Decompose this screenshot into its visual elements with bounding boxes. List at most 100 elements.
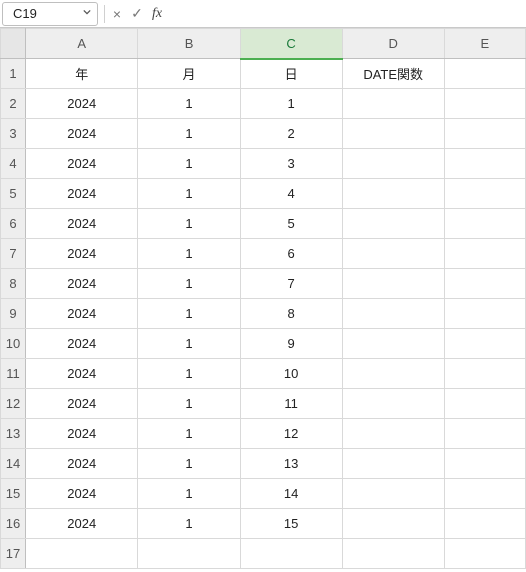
row-header[interactable]: 16	[1, 509, 26, 539]
cell[interactable]: 2024	[26, 239, 138, 269]
row-header[interactable]: 14	[1, 449, 26, 479]
row-header[interactable]: 4	[1, 149, 26, 179]
row-header[interactable]: 12	[1, 389, 26, 419]
cell[interactable]: 2024	[26, 389, 138, 419]
cell[interactable]	[342, 239, 444, 269]
cancel-icon[interactable]: ×	[107, 5, 127, 23]
cell[interactable]: 年	[26, 59, 138, 89]
row-header[interactable]: 9	[1, 299, 26, 329]
cell[interactable]: 1	[138, 359, 240, 389]
cell[interactable]	[444, 239, 525, 269]
cell[interactable]	[240, 539, 342, 569]
row-header[interactable]: 10	[1, 329, 26, 359]
cell[interactable]	[444, 209, 525, 239]
cell[interactable]	[342, 479, 444, 509]
cell[interactable]	[444, 299, 525, 329]
cell[interactable]: 2024	[26, 419, 138, 449]
cell[interactable]	[444, 449, 525, 479]
row-header[interactable]: 5	[1, 179, 26, 209]
column-header-A[interactable]: A	[26, 29, 138, 59]
cell[interactable]	[342, 269, 444, 299]
cell[interactable]: 1	[138, 329, 240, 359]
cell[interactable]	[342, 179, 444, 209]
cell[interactable]: 1	[240, 89, 342, 119]
row-header[interactable]: 13	[1, 419, 26, 449]
cell[interactable]: 7	[240, 269, 342, 299]
cell[interactable]: 2024	[26, 359, 138, 389]
cell[interactable]: 1	[138, 509, 240, 539]
row-header[interactable]: 1	[1, 59, 26, 89]
cell[interactable]: 1	[138, 449, 240, 479]
cell[interactable]	[342, 299, 444, 329]
cell[interactable]: 2024	[26, 479, 138, 509]
select-all-corner[interactable]	[1, 29, 26, 59]
row-header[interactable]: 15	[1, 479, 26, 509]
cell[interactable]: 9	[240, 329, 342, 359]
cell[interactable]: 13	[240, 449, 342, 479]
cell[interactable]	[342, 89, 444, 119]
cell[interactable]	[26, 539, 138, 569]
cell[interactable]: 1	[138, 179, 240, 209]
cell[interactable]: 1	[138, 299, 240, 329]
cell[interactable]	[342, 539, 444, 569]
cell[interactable]	[444, 179, 525, 209]
cell[interactable]: 1	[138, 389, 240, 419]
cell[interactable]	[444, 89, 525, 119]
cell[interactable]: 2024	[26, 299, 138, 329]
cell[interactable]	[342, 389, 444, 419]
cell[interactable]: 2024	[26, 449, 138, 479]
cell[interactable]: 11	[240, 389, 342, 419]
cell[interactable]	[342, 209, 444, 239]
row-header[interactable]: 2	[1, 89, 26, 119]
cell[interactable]: 2	[240, 119, 342, 149]
name-box[interactable]: C19	[2, 2, 98, 26]
cell[interactable]: 2024	[26, 329, 138, 359]
cell[interactable]	[342, 119, 444, 149]
cell[interactable]	[444, 329, 525, 359]
confirm-icon[interactable]: ✓	[127, 5, 147, 23]
cell[interactable]	[342, 329, 444, 359]
cell[interactable]: 2024	[26, 509, 138, 539]
cell[interactable]: 2024	[26, 89, 138, 119]
row-header[interactable]: 6	[1, 209, 26, 239]
cell[interactable]: 2024	[26, 269, 138, 299]
cell[interactable]	[342, 449, 444, 479]
column-header-B[interactable]: B	[138, 29, 240, 59]
cell[interactable]: 1	[138, 239, 240, 269]
row-header[interactable]: 7	[1, 239, 26, 269]
cell[interactable]: 1	[138, 119, 240, 149]
cell[interactable]	[444, 479, 525, 509]
cell[interactable]	[444, 119, 525, 149]
formula-input[interactable]	[167, 3, 526, 25]
cell[interactable]	[342, 359, 444, 389]
cell[interactable]: 月	[138, 59, 240, 89]
cell[interactable]: 2024	[26, 209, 138, 239]
cell[interactable]	[444, 149, 525, 179]
row-header[interactable]: 11	[1, 359, 26, 389]
fx-icon[interactable]: fx	[147, 5, 167, 23]
cell[interactable]: 5	[240, 209, 342, 239]
cell[interactable]: 1	[138, 419, 240, 449]
row-header[interactable]: 3	[1, 119, 26, 149]
cell[interactable]: 1	[138, 269, 240, 299]
cell[interactable]: 2024	[26, 149, 138, 179]
cell[interactable]: 12	[240, 419, 342, 449]
cell[interactable]	[444, 269, 525, 299]
cell[interactable]: 15	[240, 509, 342, 539]
cell[interactable]	[138, 539, 240, 569]
cell[interactable]: DATE関数	[342, 59, 444, 89]
cell[interactable]: 1	[138, 89, 240, 119]
row-header[interactable]: 8	[1, 269, 26, 299]
chevron-down-icon[interactable]	[83, 8, 91, 19]
cell[interactable]: 6	[240, 239, 342, 269]
cell[interactable]: 1	[138, 479, 240, 509]
cell[interactable]	[342, 509, 444, 539]
cell[interactable]: 2024	[26, 179, 138, 209]
cell[interactable]: 2024	[26, 119, 138, 149]
column-header-E[interactable]: E	[444, 29, 525, 59]
row-header[interactable]: 17	[1, 539, 26, 569]
cell[interactable]: 8	[240, 299, 342, 329]
cell[interactable]: 14	[240, 479, 342, 509]
cell[interactable]: 3	[240, 149, 342, 179]
cell[interactable]	[444, 59, 525, 89]
